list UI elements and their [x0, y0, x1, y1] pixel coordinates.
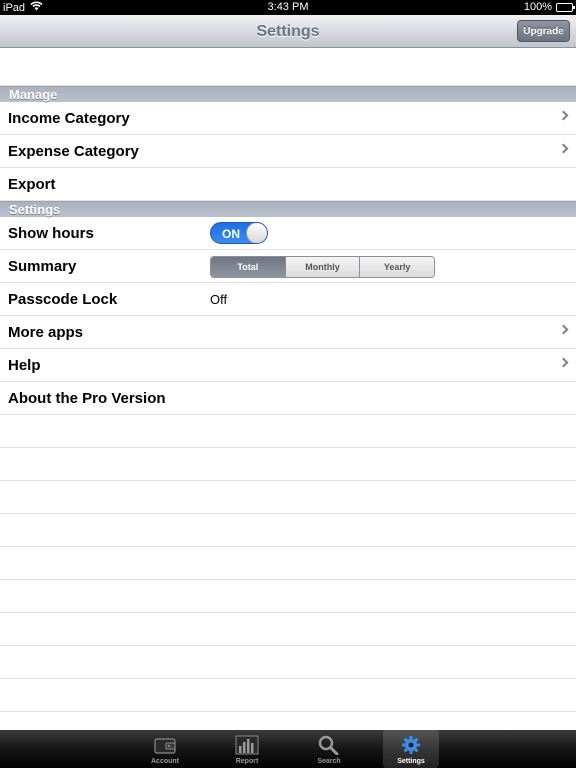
empty-row: [0, 547, 576, 580]
segment-yearly[interactable]: Yearly: [359, 257, 434, 277]
passcode-lock-row[interactable]: Passcode Lock Off: [0, 283, 576, 316]
section-header-settings: Settings: [0, 201, 576, 217]
passcode-value: Off: [210, 291, 228, 307]
segment-monthly[interactable]: Monthly: [284, 257, 360, 277]
row-label: Export: [8, 175, 56, 193]
empty-row: [0, 646, 576, 679]
clock: 3:43 PM: [267, 1, 309, 13]
about-pro-row[interactable]: About the Pro Version: [0, 382, 576, 415]
tab-label: Settings: [397, 758, 425, 765]
tab-search[interactable]: Search: [301, 730, 357, 768]
more-apps-row[interactable]: More apps: [0, 316, 576, 349]
navigation-bar: Settings Upgrade: [0, 15, 576, 48]
section-header-manage: Manage: [0, 86, 576, 102]
empty-row: [0, 613, 576, 646]
show-hours-toggle[interactable]: ON: [210, 222, 268, 244]
status-bar: iPad 3:43 PM 100%: [0, 0, 576, 15]
row-label: Help: [8, 356, 41, 374]
row-label: Passcode Lock: [8, 290, 118, 308]
expense-category-row[interactable]: Expense Category: [0, 135, 576, 168]
empty-row: [0, 415, 576, 448]
chevron-right-icon: [558, 143, 569, 154]
tab-settings[interactable]: Settings: [383, 730, 439, 768]
toggle-knob: [246, 223, 267, 243]
empty-row: [0, 712, 576, 730]
empty-row: [0, 514, 576, 547]
row-label: Summary: [8, 257, 77, 275]
search-icon: [318, 730, 340, 755]
export-row[interactable]: Export: [0, 168, 576, 201]
row-label: Income Category: [8, 109, 130, 127]
chevron-right-icon: [558, 110, 569, 121]
summary-segmented-control: Total Monthly Yearly: [210, 256, 435, 278]
row-label: About the Pro Version: [8, 389, 166, 407]
empty-row: [0, 580, 576, 613]
tab-label: Search: [317, 758, 341, 765]
row-label: Show hours: [8, 224, 94, 242]
empty-row: [0, 679, 576, 712]
chevron-right-icon: [558, 324, 569, 335]
wallet-icon: [153, 730, 177, 755]
gear-icon: [401, 730, 421, 755]
tab-bar: Account Report Search Settings: [0, 730, 576, 768]
upgrade-button[interactable]: Upgrade: [517, 20, 570, 42]
tab-label: Report: [235, 758, 259, 765]
row-label: Expense Category: [8, 142, 139, 160]
tab-label: Account: [151, 758, 179, 765]
toggle-state-text: ON: [222, 227, 240, 241]
row-label: More apps: [8, 323, 84, 341]
help-row[interactable]: Help: [0, 349, 576, 382]
income-category-row[interactable]: Income Category: [0, 102, 576, 135]
segment-total[interactable]: Total: [211, 257, 285, 277]
page-title: Settings: [256, 23, 320, 40]
settings-table: Manage Income Category Expense Category …: [0, 48, 576, 730]
show-hours-row: Show hours ON: [0, 217, 576, 250]
tab-report[interactable]: Report: [219, 730, 275, 768]
empty-row: [0, 448, 576, 481]
battery-icon: [556, 2, 575, 12]
bar-chart-icon: [235, 730, 259, 755]
summary-row: Summary Total Monthly Yearly: [0, 250, 576, 283]
chevron-right-icon: [558, 357, 569, 368]
tab-account[interactable]: Account: [137, 730, 193, 768]
empty-row: [0, 481, 576, 514]
battery-percent: 100%: [523, 1, 552, 13]
